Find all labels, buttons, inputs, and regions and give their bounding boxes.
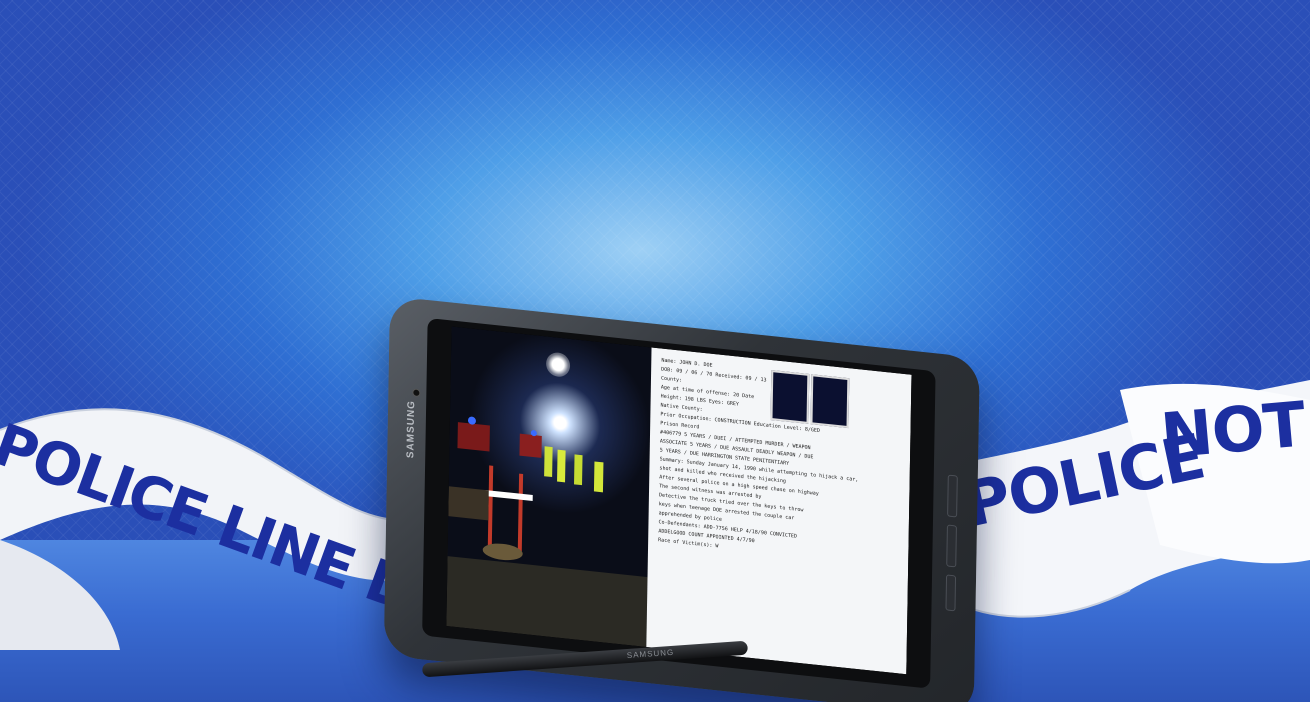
document-body: Prior Occupation: CONSTRUCTION Education… xyxy=(658,410,900,570)
side-button-middle[interactable] xyxy=(946,524,957,568)
front-camera-icon xyxy=(412,388,421,398)
stylus-brand-label: SAMSUNG xyxy=(626,647,675,661)
side-button-top[interactable] xyxy=(947,474,958,518)
rescue-workers-illustration xyxy=(446,416,648,647)
accident-scene-photo xyxy=(446,326,652,647)
criminal-record-document: Name: JOHN D. DOE DOB: 09 / 06 / 70 Rece… xyxy=(646,347,912,675)
mugshot-photo-2 xyxy=(810,374,850,429)
side-button-bottom[interactable] xyxy=(945,574,957,612)
tablet-brand-label: SAMSUNG xyxy=(405,399,418,459)
background-scene: POLICE LINE DO NO POLICE NOT C SAMSUNG xyxy=(0,0,1310,702)
rugged-tablet: SAMSUNG Name: JOHN D. DOE DOB: 09 / 06 /… xyxy=(383,296,980,702)
mugshot-photo-1 xyxy=(770,370,810,424)
tablet-screen[interactable]: Name: JOHN D. DOE DOB: 09 / 06 / 70 Rece… xyxy=(446,326,912,675)
